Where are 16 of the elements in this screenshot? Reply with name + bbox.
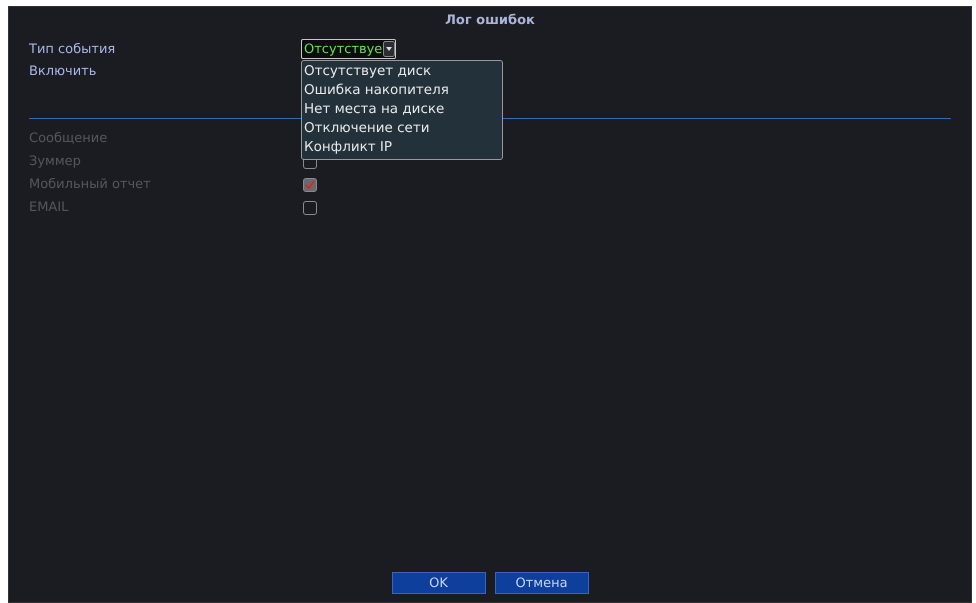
dropdown-option[interactable]: Отсутствует диск — [304, 62, 500, 81]
dialog-button[interactable]: OK — [392, 572, 486, 594]
action-label: Зуммер — [29, 154, 82, 169]
dropdown-option[interactable]: Отключение сети — [304, 119, 500, 138]
caret-icon — [383, 41, 396, 57]
dropdown-option[interactable]: Конфликт IP — [304, 138, 500, 157]
action-label: Мобильный отчет — [29, 177, 152, 192]
dialog-button[interactable]: Отмена — [494, 572, 588, 594]
window-title: Лог ошибок — [444, 12, 536, 30]
event-type-dropdown[interactable]: Отсутствуе — [301, 39, 396, 59]
event-type-label: Тип события — [29, 42, 116, 56]
enable-label: Включить — [29, 64, 98, 78]
action-label: EMAIL — [29, 200, 70, 215]
dropdown-option[interactable]: Ошибка накопителя — [304, 81, 500, 100]
dropdown-option[interactable]: Нет места на диске — [304, 100, 500, 119]
action-label: Сообщение — [29, 131, 108, 146]
